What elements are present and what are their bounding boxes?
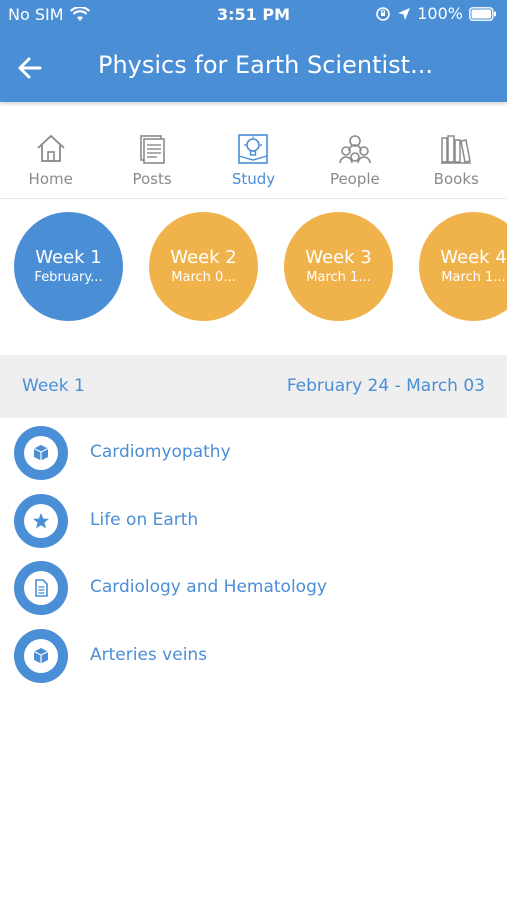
week-date: March 0... (171, 269, 236, 285)
battery-percent: 100% (417, 4, 463, 23)
tab-label: Posts (132, 170, 172, 188)
section-week-label: Week 1 (22, 376, 85, 396)
tab-posts[interactable]: Posts (101, 124, 202, 194)
tab-people[interactable]: People (304, 124, 405, 194)
arrow-left-icon[interactable] (16, 54, 44, 82)
cube-icon (33, 647, 49, 663)
week-date: February... (34, 269, 103, 285)
week-2-button[interactable]: Week 2 March 0... (149, 212, 258, 321)
status-indicators: 100% (375, 4, 497, 23)
week-label: Week 3 (305, 246, 372, 268)
section-date-range: February 24 - March 03 (286, 376, 485, 396)
tab-label: Home (28, 170, 73, 188)
item-label: Cardiology and Hematology (90, 577, 327, 597)
tab-bar: Home Posts Study People Books (0, 124, 507, 194)
week-label: Week 2 (170, 246, 237, 268)
week-selector: Week 1 February... Week 2 March 0... Wee… (14, 212, 507, 322)
week-section-header: Week 1 February 24 - March 03 (0, 355, 507, 418)
week-1-button[interactable]: Week 1 February... (14, 212, 123, 321)
tab-label: Study (231, 170, 276, 188)
status-bar: No SIM 3:51 PM 100% (0, 0, 507, 30)
people-icon (339, 135, 371, 164)
posts-icon (140, 135, 165, 164)
course-title: Physics for Earth Scientist... (98, 51, 433, 79)
list-item[interactable]: Life on Earth (0, 492, 507, 560)
item-icon-badge (14, 426, 68, 480)
list-item[interactable]: Cardiomyopathy (0, 424, 507, 492)
books-icon (441, 135, 472, 164)
week-date: March 1... (306, 269, 371, 285)
item-label: Arteries veins (90, 644, 208, 665)
item-icon-badge (14, 493, 68, 548)
item-icon-badge (14, 561, 68, 615)
item-label: Life on Earth (90, 509, 199, 530)
battery-icon (469, 6, 497, 21)
tab-home[interactable]: Home (0, 124, 101, 194)
topic-list: Cardiomyopathy Life on Earth Cardiology … (0, 424, 507, 694)
tab-study[interactable]: Study (203, 124, 304, 194)
list-item[interactable]: Cardiology and Hematology (0, 559, 507, 627)
week-3-button[interactable]: Week 3 March 1... (284, 212, 393, 321)
item-icon-badge (14, 628, 68, 683)
document-icon (35, 579, 48, 597)
location-icon (397, 7, 411, 21)
nav-bar: Physics for Earth Scientist... (0, 36, 507, 98)
tabs-divider (0, 198, 507, 199)
item-label: Cardiomyopathy (90, 442, 231, 462)
list-item[interactable]: Arteries veins (0, 627, 507, 695)
app-header: No SIM 3:51 PM 100% Physics for Earth Sc… (0, 0, 507, 102)
week-4-button[interactable]: Week 4 March 1... (419, 212, 507, 321)
tab-label: People (329, 170, 380, 188)
tab-label: Books (433, 170, 479, 188)
week-date: March 1... (441, 269, 506, 285)
home-icon (37, 134, 65, 162)
study-icon (238, 134, 269, 164)
week-label: Week 1 (35, 246, 102, 268)
week-label: Week 4 (440, 246, 507, 268)
tab-books[interactable]: Books (406, 124, 507, 194)
orientation-lock-icon (375, 6, 391, 22)
cube-icon (33, 445, 49, 461)
star-icon (33, 512, 49, 528)
